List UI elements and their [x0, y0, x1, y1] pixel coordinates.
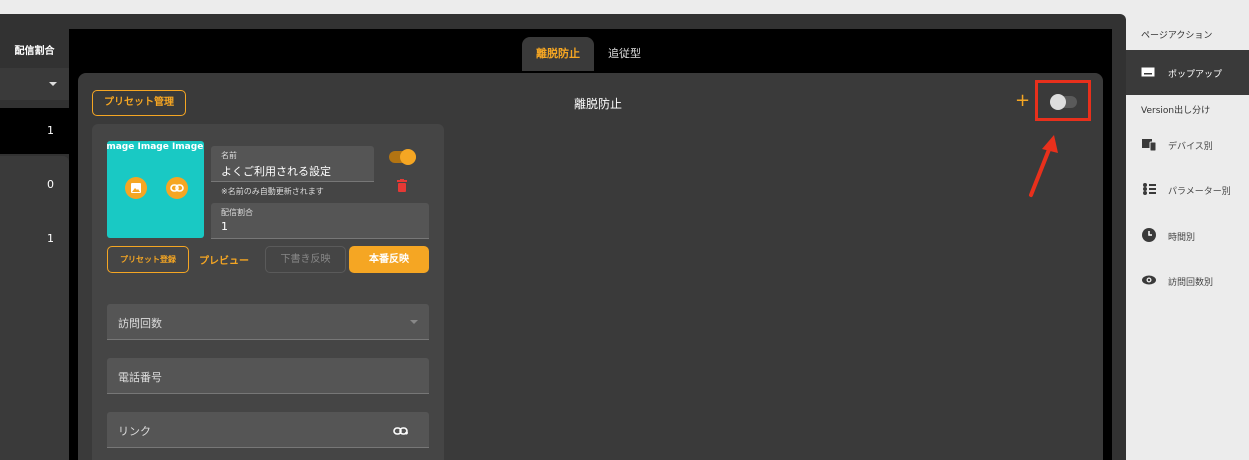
preview-button[interactable]: プレビュー: [199, 252, 249, 267]
draft-apply-button[interactable]: 下書き反映: [265, 246, 346, 273]
eye-icon: [1142, 275, 1156, 285]
preset-register-button[interactable]: プリセット登録: [107, 246, 189, 273]
popup-thumbnail[interactable]: Image Image Image Image Image Image Imag…: [107, 141, 204, 238]
link-icon[interactable]: [393, 426, 409, 436]
ratio-field-value: 1: [221, 220, 228, 233]
sidebar-item-label: ポップアップ: [1168, 70, 1223, 80]
version-heading: Version出し分け: [1141, 106, 1211, 116]
sidebar-item-time[interactable]: 時間別: [1126, 221, 1249, 251]
tab-follow[interactable]: 追従型: [594, 37, 655, 71]
image-upload-button[interactable]: [125, 177, 147, 199]
image-link-button[interactable]: [166, 177, 188, 199]
sidebar-item-label: パラメーター別: [1168, 187, 1231, 197]
sidebar-item-label: 訪問回数別: [1168, 278, 1214, 288]
devices-icon: [1142, 139, 1157, 152]
phone-placeholder: 電話番号: [118, 371, 162, 384]
ratio-row-value[interactable]: 1: [47, 232, 54, 245]
name-field[interactable]: 名前 よくご利用される設定: [211, 146, 374, 182]
trash-icon[interactable]: [396, 179, 408, 192]
name-field-value: よくご利用される設定: [221, 165, 331, 178]
annotation-arrow-icon: [1029, 135, 1058, 197]
chevron-down-icon: [49, 82, 57, 86]
chevron-down-icon: [410, 320, 418, 324]
toggle-highlight-box: [1035, 80, 1091, 121]
page-actions-heading: ページアクション: [1141, 31, 1213, 41]
sidebar-item-visit-count[interactable]: 訪問回数別: [1126, 266, 1249, 296]
left-ratio-column: 配信割合 1 0 1: [0, 30, 69, 460]
tab-exit-prevention[interactable]: 離脱防止: [522, 37, 594, 71]
plus-icon[interactable]: +: [1015, 91, 1030, 111]
publish-apply-button[interactable]: 本番反映: [349, 246, 429, 273]
ratio-dropdown[interactable]: [0, 68, 69, 100]
sidebar-item-device[interactable]: デバイス別: [1126, 130, 1249, 160]
setting-card: Image Image Image Image Image Image Imag…: [92, 124, 444, 460]
parameters-icon: [1143, 183, 1156, 195]
link-input[interactable]: リンク: [107, 412, 429, 448]
link-icon: [170, 184, 184, 192]
thumbnail-placeholder-text: Image Image Image Image Image Image Imag…: [107, 142, 204, 152]
visit-count-select[interactable]: 訪問回数: [107, 304, 429, 340]
sidebar-item-popup[interactable]: ポップアップ: [1126, 50, 1249, 95]
ratio-row-value[interactable]: 0: [47, 178, 54, 191]
link-placeholder: リンク: [118, 425, 151, 438]
clock-icon: [1142, 228, 1156, 242]
name-field-label: 名前: [221, 151, 237, 160]
sidebar-item-parameter[interactable]: パラメーター別: [1126, 175, 1249, 205]
sidebar-item-label: デバイス別: [1168, 142, 1213, 152]
image-icon: [131, 183, 141, 193]
panel-title: 離脱防止: [573, 97, 622, 111]
visit-count-label: 訪問回数: [118, 317, 162, 330]
selected-ratio-value: 1: [47, 124, 54, 137]
phone-input[interactable]: 電話番号: [107, 358, 429, 394]
sidebar-item-label: 時間別: [1168, 233, 1196, 243]
card-enable-toggle[interactable]: [389, 149, 416, 165]
selected-ratio-row[interactable]: 1: [0, 108, 69, 154]
ratio-field-label: 配信割合: [221, 208, 253, 217]
ratio-rows: 0 1: [0, 156, 69, 460]
ratio-column-header: 配信割合: [14, 46, 55, 57]
name-helper-text: ※名前のみ自動更新されます: [221, 187, 324, 196]
ratio-field[interactable]: 配信割合 1: [211, 203, 429, 239]
popup-icon: [1141, 67, 1155, 77]
toggle-knob: [400, 149, 416, 165]
right-sidebar: ページアクション ポップアップ Version出し分け デバイス別 パラメーター…: [1126, 14, 1249, 460]
